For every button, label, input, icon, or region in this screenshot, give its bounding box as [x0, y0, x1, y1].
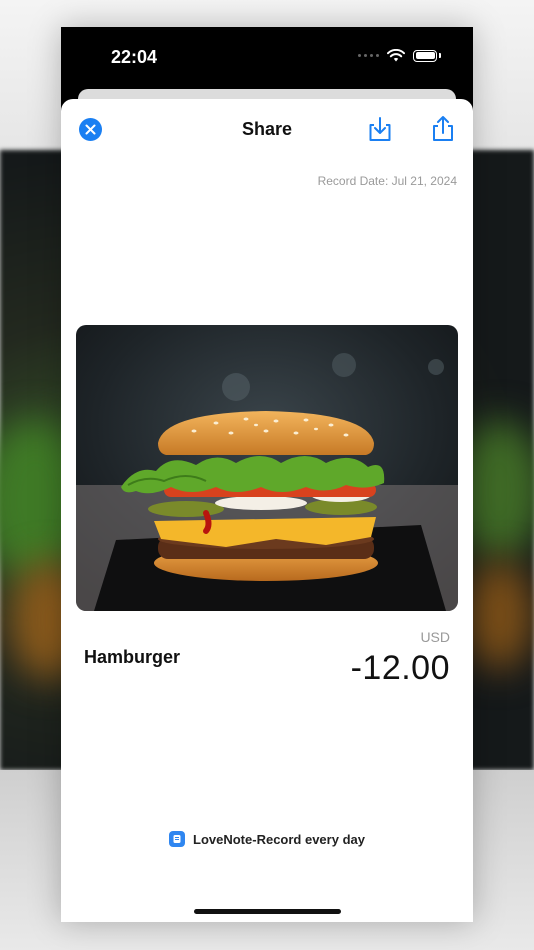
item-name: Hamburger	[84, 647, 181, 667]
home-indicator	[194, 909, 341, 914]
currency-label: USD	[420, 629, 450, 645]
battery-icon	[413, 49, 437, 62]
download-button[interactable]	[367, 115, 393, 143]
status-time: 22:04	[111, 47, 158, 67]
status-bar: 22:04	[61, 27, 473, 91]
hamburger-photo	[76, 325, 458, 611]
record-date: Record Date: Jul 21, 2024	[317, 174, 457, 188]
amount-value: -12.00	[350, 649, 450, 687]
app-icon	[169, 831, 186, 847]
share-sheet: Share Record Date: Jul 21, 2024 Hamburge…	[61, 99, 473, 922]
brand-text: LoveNote-Record every day	[193, 831, 365, 847]
share-button[interactable]	[430, 115, 456, 143]
wifi-icon	[387, 49, 405, 62]
nav-bar: Share	[61, 99, 473, 159]
page-title: Share	[241, 119, 293, 139]
brand-footer: LoveNote-Record every day	[61, 831, 473, 847]
status-icons	[358, 49, 441, 62]
signal-icon	[358, 54, 379, 57]
phone-screen: 22:04 Share Record Date: Jul 21, 2024 Ha…	[61, 27, 473, 922]
